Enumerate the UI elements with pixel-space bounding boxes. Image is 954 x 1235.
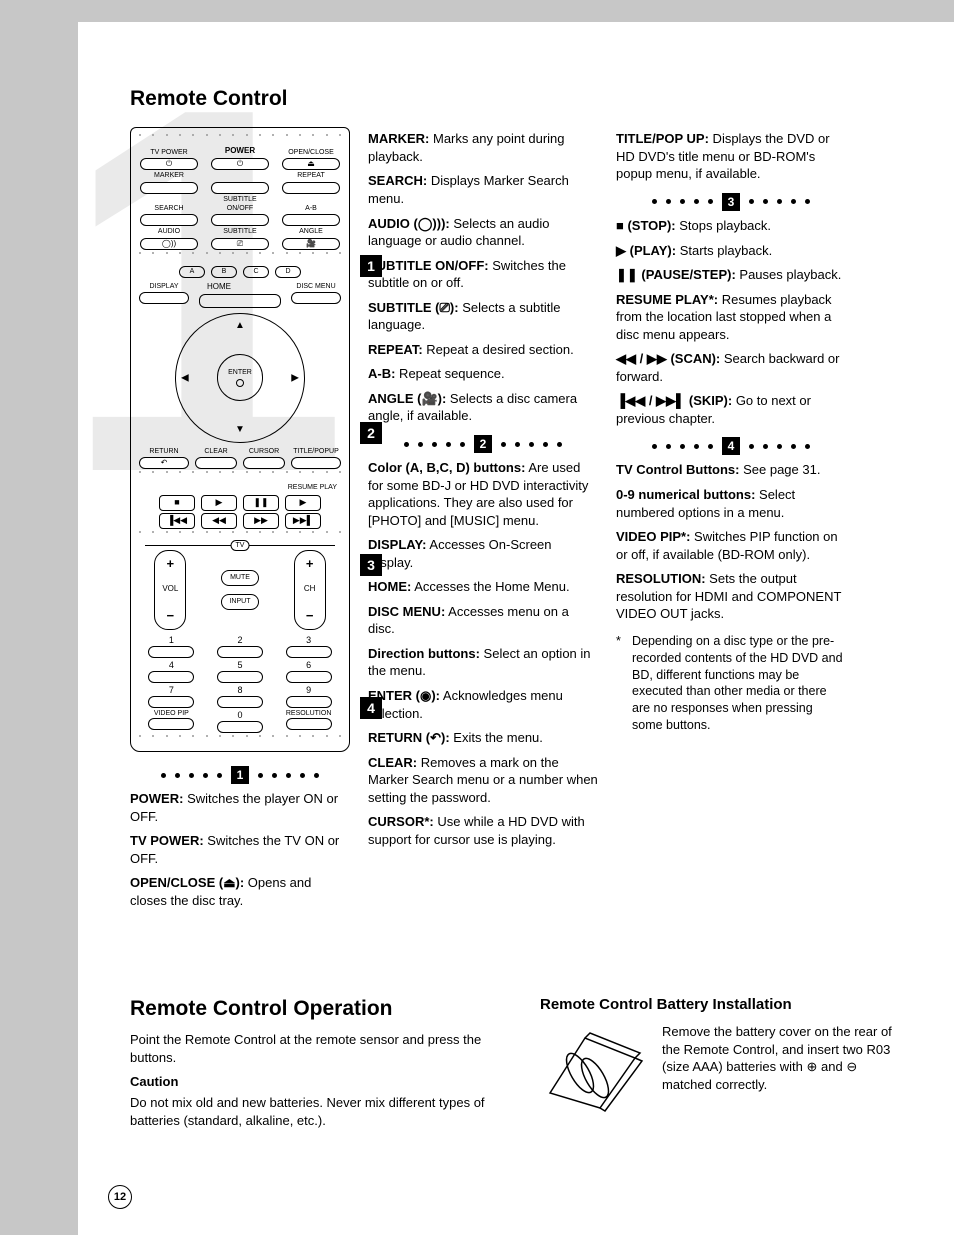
zone-marker-3: 3	[360, 554, 382, 576]
item-ab: A-B: Repeat sequence.	[368, 365, 598, 383]
item-audio: AUDIO (◯))): Selects an audio language o…	[368, 215, 598, 250]
item-resume: RESUME PLAY*: Resumes playback from the …	[616, 291, 846, 344]
battery-text: Remove the battery cover on the rear of …	[662, 1023, 910, 1118]
item-tv-power: TV POWER: Switches the TV ON or OFF.	[130, 832, 350, 867]
item-play: ▶ (PLAY): Starts playback.	[616, 242, 846, 260]
item-pause: ❚❚ (PAUSE/STEP): Pauses playback.	[616, 266, 846, 284]
item-angle: ANGLE (🎥): Selects a disc camera angle, …	[368, 390, 598, 425]
caution-heading: Caution	[130, 1073, 510, 1091]
item-title-popup: TITLE/POP UP: Displays the DVD or HD DVD…	[616, 130, 846, 183]
battery-title: Remote Control Battery Installation	[540, 995, 910, 1015]
footnote: * Depending on a disc type or the pre-re…	[616, 633, 846, 734]
zone-marker-1: 1	[360, 255, 382, 277]
item-return: RETURN (↶): Exits the menu.	[368, 729, 598, 747]
item-numeric: 0-9 numerical buttons: Select numbered o…	[616, 486, 846, 521]
item-search: SEARCH: Displays Marker Search menu.	[368, 172, 598, 207]
item-video-pip: VIDEO PIP*: Switches PIP function on or …	[616, 528, 846, 563]
caution-text: Do not mix old and new batteries. Never …	[130, 1094, 510, 1129]
divider-4: 4	[616, 437, 846, 455]
remote-diagram: TV POWER⏻ POWER⏻ OPEN/CLOSE⏏ MARKER REPE…	[130, 127, 350, 752]
item-repeat: REPEAT: Repeat a desired section.	[368, 341, 598, 359]
item-subtitle-onoff: SUBTITLE ON/OFF: Switches the subtitle o…	[368, 257, 598, 292]
item-resolution: RESOLUTION: Sets the output resolution f…	[616, 570, 846, 623]
divider-3: 3	[616, 193, 846, 211]
operation-text: Point the Remote Control at the remote s…	[130, 1031, 510, 1066]
divider-1: 1	[130, 766, 350, 784]
item-clear: CLEAR: Removes a mark on the Marker Sear…	[368, 754, 598, 807]
item-skip: ▐◀◀ / ▶▶▌ (SKIP): Go to next or previous…	[616, 392, 846, 427]
section-title-operation: Remote Control Operation	[130, 995, 510, 1023]
item-display: DISPLAY: Accesses On-Screen Display.	[368, 536, 598, 571]
divider-2: 2	[368, 435, 598, 453]
item-marker: MARKER: Marks any point during playback.	[368, 130, 598, 165]
item-color-buttons: Color (A, B,C, D) buttons: Are used for …	[368, 459, 598, 529]
item-power: POWER: Switches the player ON or OFF.	[130, 790, 350, 825]
item-tv-control: TV Control Buttons: See page 31.	[616, 461, 846, 479]
section-title-remote-control: Remote Control	[130, 85, 910, 113]
page-number: 12	[108, 1185, 132, 1209]
battery-diagram	[540, 1023, 650, 1118]
item-open-close: OPEN/CLOSE (⏏): Opens and closes the dis…	[130, 874, 350, 909]
item-enter: ENTER (◉): Acknowledges menu selection.	[368, 687, 598, 722]
item-cursor: CURSOR*: Use while a HD DVD with support…	[368, 813, 598, 848]
zone-marker-2: 2	[360, 422, 382, 444]
item-home: HOME: Accesses the Home Menu.	[368, 578, 598, 596]
item-stop: ■ (STOP): Stops playback.	[616, 217, 846, 235]
item-subtitle: SUBTITLE (⎚): Selects a subtitle languag…	[368, 299, 598, 334]
item-disc-menu: DISC MENU: Accesses menu on a disc.	[368, 603, 598, 638]
zone-marker-4: 4	[360, 697, 382, 719]
item-scan: ◀◀ / ▶▶ (SCAN): Search backward or forwa…	[616, 350, 846, 385]
item-direction: Direction buttons: Select an option in t…	[368, 645, 598, 680]
